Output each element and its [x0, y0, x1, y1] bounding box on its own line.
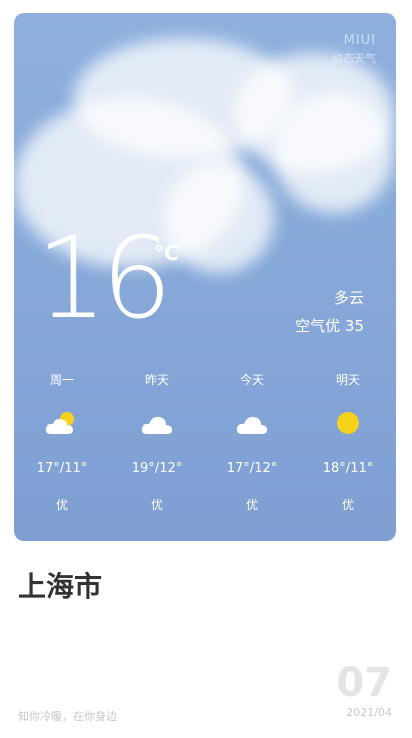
date-day: 07: [336, 660, 392, 706]
background-cloud: [164, 163, 274, 273]
forecast-day-label: 昨天: [144, 373, 169, 387]
forecast-aq: 优: [150, 498, 163, 512]
forecast-row: 周一 17°/11° 优 昨天 19°/12° 优 今天 17°/12° 优 明…: [14, 371, 396, 521]
current-temperature: 16: [36, 214, 172, 344]
forecast-day-label: 今天: [239, 373, 264, 387]
background-cloud: [274, 93, 394, 213]
sun-icon: [300, 409, 396, 437]
forecast-day-label: 周一: [49, 373, 74, 387]
forecast-day[interactable]: 今天 17°/12° 优: [204, 371, 300, 513]
air-quality: 空气优 35: [295, 317, 364, 335]
brand-line2: 动态天气: [332, 52, 376, 65]
cloud-icon: [204, 409, 300, 437]
forecast-range: 19°/12°: [131, 461, 183, 476]
forecast-range: 18°/11°: [322, 461, 374, 476]
forecast-day[interactable]: 昨天 19°/12° 优: [109, 371, 205, 513]
forecast-day[interactable]: 周一 17°/11° 优: [14, 371, 110, 513]
current-condition: 多云: [333, 289, 364, 307]
date-year-month: 2021/04: [346, 706, 392, 719]
forecast-aq: 优: [55, 498, 68, 512]
brand-watermark: MIUI 动态天气: [332, 33, 376, 66]
forecast-day-label: 明天: [335, 373, 360, 387]
forecast-aq: 优: [245, 498, 258, 512]
forecast-range: 17°/11°: [36, 461, 88, 476]
city-name[interactable]: 上海市: [18, 565, 102, 605]
brand-line1: MIUI: [343, 33, 376, 48]
forecast-range: 17°/12°: [226, 461, 278, 476]
forecast-day[interactable]: 明天 18°/11° 优: [300, 371, 396, 513]
temperature-unit: °C: [154, 241, 179, 265]
cloud-icon: [109, 409, 205, 437]
slogan: 知你冷暖，在你身边: [18, 710, 117, 723]
weather-card[interactable]: MIUI 动态天气 16 °C 多云 空气优 35 周一 17°/11° 优 昨…: [14, 13, 396, 541]
forecast-aq: 优: [341, 498, 354, 512]
partly-cloudy-sun-icon: [14, 409, 110, 437]
